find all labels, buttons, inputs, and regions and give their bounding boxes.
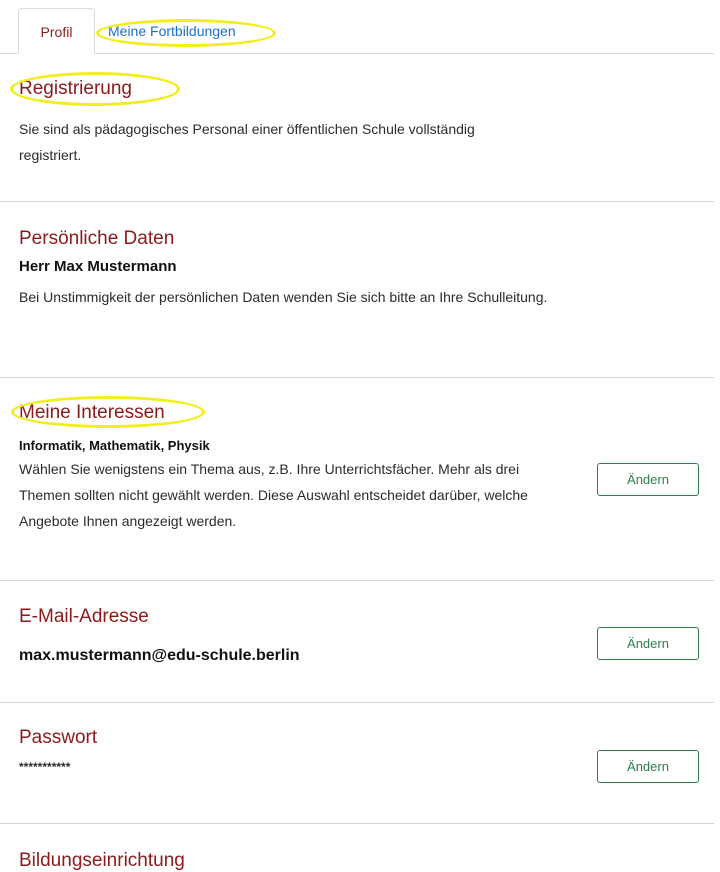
registration-status-text: Sie sind als pädagogisches Personal eine… (19, 121, 475, 163)
user-name: Herr Max Mustermann (19, 258, 177, 275)
tab-profil[interactable]: Profil (18, 8, 95, 54)
selected-interests: Informatik, Mathematik, Physik (19, 438, 210, 453)
section-title: Meine Interessen (19, 402, 165, 423)
section-divider (0, 580, 714, 581)
edit-email-button[interactable]: Ändern (597, 627, 699, 660)
password-masked: *********** (19, 760, 71, 774)
section-title: Persönliche Daten (19, 228, 175, 249)
edit-interests-button[interactable]: Ändern (597, 463, 699, 496)
interests-hint: Wählen Sie wenigstens ein Thema aus, z.B… (19, 461, 528, 529)
section-divider (0, 702, 714, 703)
email-address: max.mustermann@edu-schule.berlin (19, 647, 300, 664)
edit-password-button[interactable]: Ändern (597, 750, 699, 783)
personal-data-hint: Bei Unstimmigkeit der persönlichen Daten… (19, 289, 548, 305)
section-title: Passwort (19, 727, 98, 748)
section-divider (0, 201, 714, 202)
tab-meine-fortbildungen[interactable]: Meine Fortbildungen (98, 8, 246, 54)
section-title: Bildungseinrichtung (19, 850, 185, 871)
section-title: Registrierung (19, 78, 132, 99)
section-title: E-Mail-Adresse (19, 606, 149, 627)
tab-bar: Profil Meine Fortbildungen (0, 0, 720, 54)
section-divider (0, 823, 714, 824)
section-divider (0, 377, 714, 378)
